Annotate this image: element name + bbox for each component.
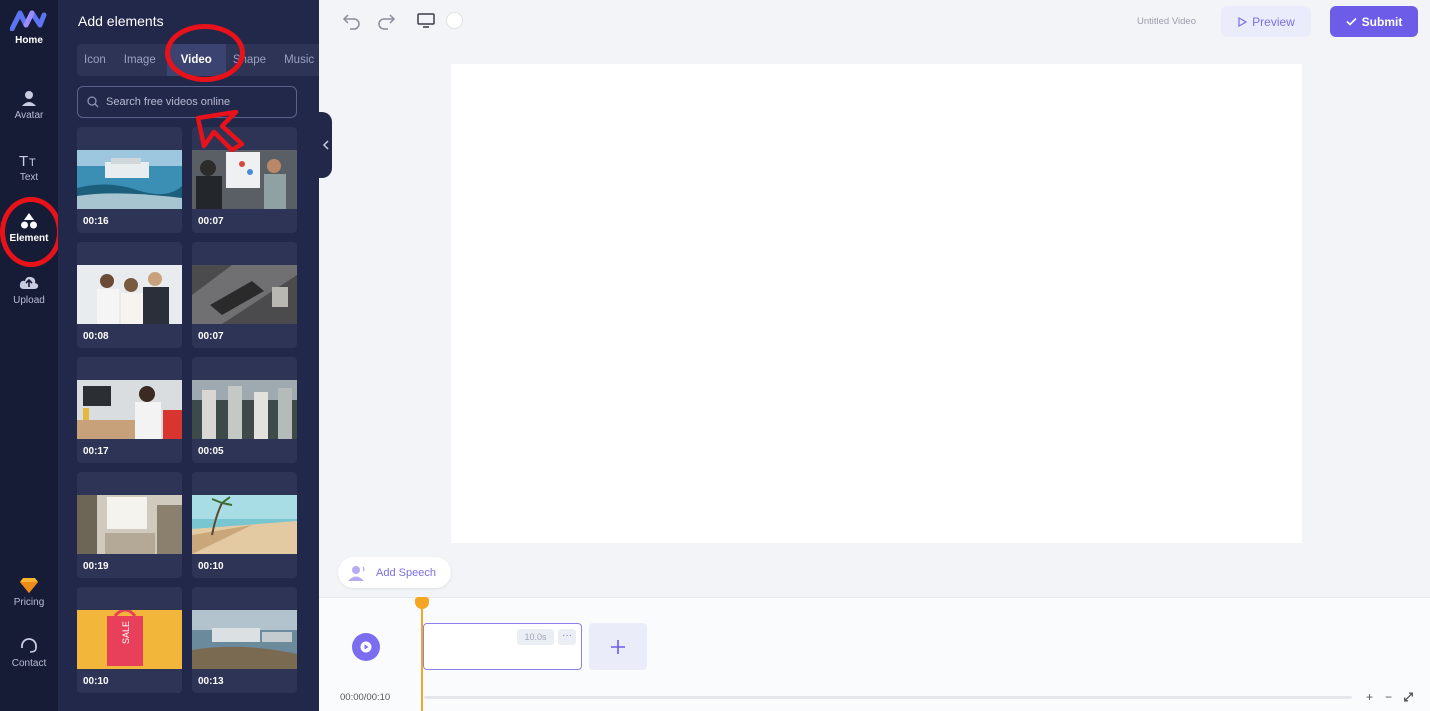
clip-duration-badge: 10.0s <box>517 629 554 645</box>
fit-expand-icon[interactable] <box>1402 691 1415 703</box>
video-card[interactable]: 00:17 <box>77 357 182 463</box>
video-duration: 00:13 <box>198 676 224 687</box>
video-thumbnail <box>77 380 182 439</box>
rail-item-home[interactable]: Home <box>0 9 58 46</box>
annotation-arrow-icon <box>196 110 245 152</box>
timeline-time: 00:00/00:10 <box>340 692 391 703</box>
video-thumbnail <box>192 380 297 439</box>
tab-image[interactable]: Image <box>117 54 167 66</box>
zoom-out-icon[interactable]: − <box>1382 691 1395 703</box>
video-card[interactable]: 00:13 <box>192 587 297 693</box>
shapes-icon <box>21 213 37 229</box>
left-rail: Home Avatar T T Text Element Upload Pric… <box>0 0 58 711</box>
video-duration: 00:10 <box>198 561 224 572</box>
video-card[interactable]: 00:05 <box>192 357 297 463</box>
video-thumbnail <box>192 610 297 669</box>
collapse-panel-button[interactable] <box>319 112 332 178</box>
video-thumbnail <box>192 265 297 324</box>
video-card[interactable]: 00:07 <box>192 242 297 348</box>
avatar-icon <box>22 91 36 106</box>
video-duration: 00:16 <box>83 216 109 227</box>
tab-icon[interactable]: Icon <box>77 54 117 66</box>
preview-button[interactable]: Preview <box>1221 6 1311 37</box>
video-card[interactable]: 00:16 <box>77 127 182 233</box>
video-duration: 00:08 <box>83 331 109 342</box>
rail-label-home: Home <box>15 35 43 46</box>
diamond-icon <box>20 578 38 593</box>
rail-item-text[interactable]: T T Text <box>0 152 58 183</box>
video-card[interactable]: 00:10 <box>192 472 297 578</box>
video-thumbnail <box>192 495 297 554</box>
svg-text:T: T <box>29 157 36 168</box>
play-outline-icon <box>1238 16 1248 27</box>
video-duration: 00:05 <box>198 446 224 457</box>
video-title[interactable]: Untitled Video <box>1137 16 1196 27</box>
play-icon <box>360 641 372 653</box>
video-duration: 00:07 <box>198 216 224 227</box>
zoom-in-icon[interactable]: + <box>1363 691 1376 703</box>
chevron-left-icon <box>322 140 329 150</box>
submit-label: Submit <box>1361 14 1403 29</box>
timeline-scrollbar[interactable] <box>424 696 1352 699</box>
rail-label-text: Text <box>19 172 39 183</box>
tab-music[interactable]: Music <box>277 54 319 66</box>
rail-item-contact[interactable]: Contact <box>0 638 58 669</box>
video-canvas[interactable] <box>451 64 1302 543</box>
svg-text:SALE: SALE <box>121 621 131 644</box>
home-logo-icon <box>10 10 47 31</box>
video-duration: 00:10 <box>83 676 109 687</box>
rail-label-upload: Upload <box>13 295 45 306</box>
rail-item-element[interactable]: Element <box>0 213 58 244</box>
rail-label-element: Element <box>9 233 49 244</box>
video-duration: 00:17 <box>83 446 109 457</box>
video-search-box[interactable] <box>77 86 297 118</box>
headset-icon <box>21 638 37 653</box>
text-icon: T T <box>19 153 36 168</box>
check-icon <box>1346 17 1357 26</box>
video-thumbnail <box>192 150 297 209</box>
rail-label-contact: Contact <box>11 658 47 669</box>
video-thumbnail: SALE <box>77 610 182 669</box>
plus-icon <box>611 639 625 654</box>
preview-label: Preview <box>1252 14 1295 29</box>
add-scene-button[interactable] <box>589 623 647 670</box>
tab-video[interactable]: Video <box>166 44 226 76</box>
video-thumbnail <box>77 150 182 209</box>
speaker-avatar-icon <box>348 565 365 581</box>
monitor-icon[interactable] <box>417 13 435 29</box>
add-speech-button[interactable]: Add Speech <box>338 557 451 588</box>
background-color-swatch[interactable] <box>446 12 463 29</box>
playhead-line[interactable] <box>421 604 423 711</box>
video-card[interactable]: 00:08 <box>77 242 182 348</box>
video-card[interactable]: 00:19 <box>77 472 182 578</box>
rail-label-pricing: Pricing <box>13 597 45 608</box>
tab-shape[interactable]: Shape <box>226 54 277 66</box>
add-elements-panel: Add elements Icon Image Video Shape Musi… <box>58 0 319 711</box>
video-search-input[interactable] <box>106 96 286 108</box>
video-thumbnail <box>77 265 182 324</box>
video-card[interactable]: SALE 00:10 <box>77 587 182 693</box>
rail-label-avatar: Avatar <box>14 110 44 121</box>
play-button[interactable] <box>352 633 380 661</box>
svg-text:T: T <box>19 153 28 168</box>
element-tabs: Icon Image Video Shape Music <box>77 44 319 76</box>
cloud-upload-icon <box>19 276 39 289</box>
video-duration: 00:19 <box>83 561 109 572</box>
add-speech-label: Add Speech <box>376 566 436 579</box>
redo-icon[interactable] <box>376 11 396 31</box>
search-icon <box>87 96 99 108</box>
undo-icon[interactable] <box>342 11 362 31</box>
submit-button[interactable]: Submit <box>1330 6 1418 37</box>
clip-more-button[interactable]: ··· <box>558 629 576 645</box>
panel-title: Add elements <box>78 13 164 29</box>
video-duration: 00:07 <box>198 331 224 342</box>
rail-item-pricing[interactable]: Pricing <box>0 577 58 608</box>
video-thumbnail <box>77 495 182 554</box>
rail-item-avatar[interactable]: Avatar <box>0 90 58 121</box>
rail-item-upload[interactable]: Upload <box>0 275 58 306</box>
